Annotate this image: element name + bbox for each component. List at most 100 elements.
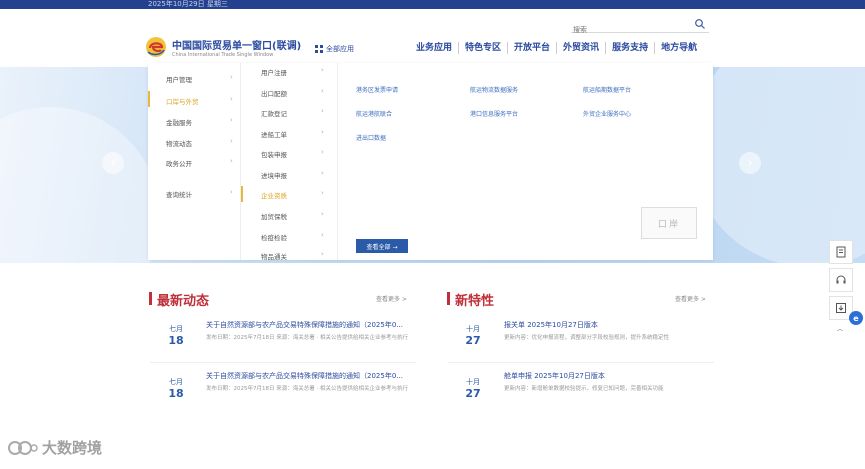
- chevron-right-icon: ›: [321, 128, 324, 136]
- feature-divider: [448, 362, 714, 363]
- watermark: 大数跨境: [8, 437, 102, 458]
- site-name[interactable]: 中国国际贸易单一窗口(联调): [172, 37, 301, 52]
- menu-link[interactable]: 外贸企业服务中心: [583, 109, 631, 118]
- chevron-right-icon: ›: [321, 66, 324, 74]
- latest-news-more-link[interactable]: 查看更多 >: [376, 294, 407, 303]
- chevron-right-icon: ›: [321, 189, 324, 197]
- chevron-right-icon: ›: [321, 148, 324, 156]
- banner-next-button[interactable]: ›: [739, 152, 761, 174]
- qr-code-placeholder: 口岸: [641, 207, 697, 239]
- new-features-more-link[interactable]: 查看更多 >: [675, 294, 706, 303]
- menu-link[interactable]: 进出口数据: [356, 133, 386, 142]
- menu-link[interactable]: 港口信息服务平台: [470, 109, 518, 118]
- new-features-title: 新特性: [455, 294, 495, 309]
- menu-category-item-active[interactable]: 口岸与外贸: [166, 96, 199, 106]
- menu-link[interactable]: 航运物流数据服务: [470, 85, 518, 94]
- menu-subcategory-item[interactable]: 进船工单: [261, 129, 287, 139]
- menu-subcategory-item[interactable]: 汇款登记: [261, 108, 287, 118]
- back-to-top-button[interactable]: ︿: [829, 324, 851, 340]
- top-bar: 2025年10月29日 星期三: [0, 0, 865, 9]
- feature-day: 27: [465, 387, 481, 400]
- menu-subcategory-item[interactable]: 出口配额: [261, 88, 287, 98]
- search-icon[interactable]: [694, 18, 706, 30]
- menu-link[interactable]: 航运船期数据平台: [583, 85, 631, 94]
- nav-special-zone[interactable]: 特色专区: [458, 42, 507, 54]
- menu-link[interactable]: 航运港航联合: [356, 109, 392, 118]
- nav-trade-news[interactable]: 外贸资讯: [556, 42, 605, 54]
- chevron-left-icon: ‹: [110, 155, 116, 171]
- menu-subcategory-item[interactable]: 检疫检验: [261, 232, 287, 242]
- customer-service-button[interactable]: [829, 268, 853, 292]
- chevron-right-icon: ›: [321, 87, 324, 95]
- chevron-right-icon: ›: [230, 95, 233, 103]
- download-icon: [836, 303, 846, 313]
- nav-service-support[interactable]: 服务支持: [605, 42, 654, 54]
- menu-link[interactable]: 港务区发票申请: [356, 85, 398, 94]
- menu-subcategory-item[interactable]: 进境申报: [261, 170, 287, 180]
- document-icon: [836, 246, 846, 258]
- chevron-right-icon: ›: [321, 231, 324, 239]
- menu-subcategory-column: 用户注册 › 出口配额 › 汇款登记 › 进船工单 › 包装申报 › 进境申报 › 企业资质…: [240, 63, 338, 261]
- feature-month: 十月: [466, 325, 480, 333]
- section-marker: [447, 292, 450, 305]
- news-month: 七月: [169, 325, 183, 333]
- news-title[interactable]: 关于自然资源部与农产品交易特殊保障措施的通知（2025年0...: [206, 320, 416, 330]
- all-apps-label: 全部应用: [326, 45, 354, 53]
- nav-local-navigation[interactable]: 地方导航: [654, 42, 703, 54]
- watermark-text: 大数跨境: [42, 439, 103, 457]
- menu-category-item[interactable]: 用户管理: [166, 74, 192, 84]
- headset-icon: [836, 275, 846, 284]
- feature-summary: 更新内容：新增舱单数据校验提示，修复已知问题，完善相关功能: [504, 386, 664, 392]
- document-tool-button[interactable]: [829, 240, 853, 264]
- menu-subcategory-item[interactable]: 加贸保税: [261, 211, 287, 221]
- feature-title[interactable]: 舱单申报 2025年10月27日版本: [504, 371, 714, 381]
- chat-assistant-icon[interactable]: e: [849, 311, 863, 325]
- banner-decoration: [0, 107, 160, 263]
- search-box[interactable]: [571, 17, 709, 38]
- chevron-right-icon: ›: [321, 107, 324, 115]
- nav-business-apps[interactable]: 业务应用: [410, 42, 458, 54]
- main-nav: 业务应用 特色专区 开放平台 外贸资讯 服务支持 地方导航: [410, 42, 703, 54]
- active-indicator: [241, 186, 243, 202]
- watermark-logo-icon: [8, 440, 38, 455]
- menu-subcategory-item-active[interactable]: 企业资质: [261, 190, 287, 200]
- menu-category-item[interactable]: 政务公开: [166, 158, 192, 168]
- chevron-right-icon: ›: [230, 116, 233, 124]
- all-apps-button[interactable]: 全部应用: [315, 44, 354, 54]
- menu-category-item[interactable]: 金融服务: [166, 117, 192, 127]
- news-day: 18: [168, 387, 184, 400]
- chevron-right-icon: ›: [230, 157, 233, 165]
- arrow-up-icon: ︿: [836, 326, 843, 333]
- chevron-right-icon: ›: [321, 250, 324, 258]
- news-summary: 发布日期：2025年7月18日 来源：海关总署 · 相关公告提供给相关企业参考与…: [206, 386, 408, 392]
- chevron-right-icon: ›: [321, 210, 324, 218]
- latest-news-title: 最新动态: [157, 294, 210, 309]
- feature-month: 十月: [466, 378, 480, 386]
- site-logo[interactable]: [145, 36, 167, 58]
- menu-subcategory-item[interactable]: 用户注册: [261, 67, 287, 77]
- news-title[interactable]: 关于自然资源部与农产品交易特殊保障措施的通知（2025年0...: [206, 371, 416, 381]
- chevron-right-icon: ›: [230, 73, 233, 81]
- search-input[interactable]: [571, 22, 685, 38]
- side-toolbar: ︿: [829, 240, 853, 340]
- menu-category-item[interactable]: 查询统计: [166, 189, 192, 199]
- active-indicator: [148, 91, 150, 107]
- feature-title[interactable]: 报关单 2025年10月27日版本: [504, 320, 714, 330]
- menu-category-column: 用户管理 › 口岸与外贸 › 金融服务 › 物流动态 › 政务公开 › 查询统计 ›: [148, 63, 240, 260]
- news-divider: [150, 362, 416, 363]
- menu-subcategory-item[interactable]: 物品通关: [261, 251, 287, 261]
- feature-summary: 更新内容：优化申报流程，调整部分字段校验规则，提升系统稳定性: [504, 335, 670, 341]
- chevron-right-icon: ›: [747, 155, 753, 171]
- mega-menu: 用户管理 › 口岸与外贸 › 金融服务 › 物流动态 › 政务公开 › 查询统计 › 用户注…: [148, 63, 713, 261]
- view-all-button[interactable]: 查看全部 →: [356, 239, 408, 253]
- grid-icon: [315, 45, 323, 53]
- menu-category-item[interactable]: 物流动态: [166, 138, 192, 148]
- banner-decoration: [690, 67, 865, 263]
- topbar-date: 2025年10月29日 星期三: [148, 0, 228, 8]
- banner-prev-button[interactable]: ‹: [102, 152, 124, 174]
- site-header: [0, 9, 865, 67]
- news-month: 七月: [169, 378, 183, 386]
- nav-open-platform[interactable]: 开放平台: [507, 42, 556, 54]
- news-day: 18: [168, 334, 184, 347]
- menu-subcategory-item[interactable]: 包装申报: [261, 149, 287, 159]
